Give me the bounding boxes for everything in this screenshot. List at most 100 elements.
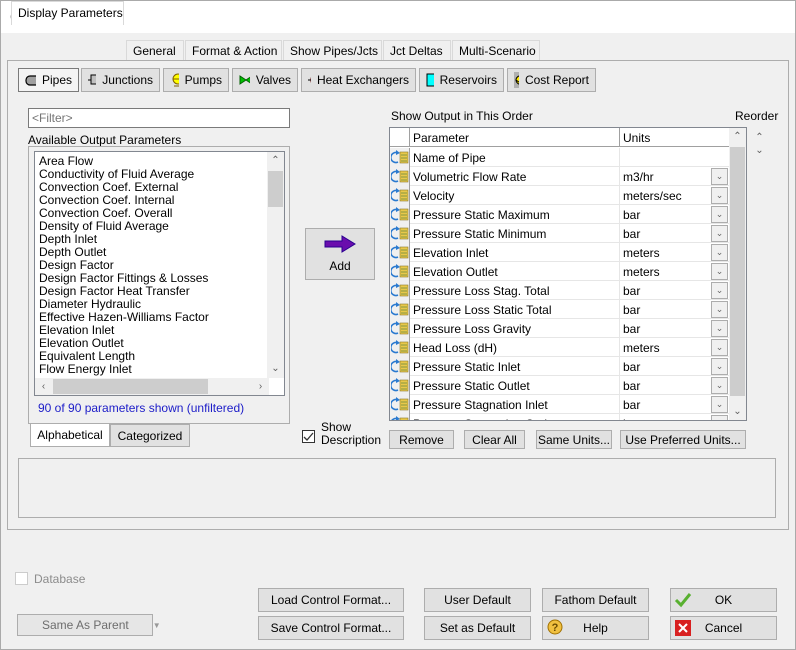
tab-multi-scenario[interactable]: Multi-Scenario bbox=[452, 40, 540, 61]
units-cell[interactable]: bar ⌄ bbox=[620, 300, 730, 319]
cost-report-button[interactable]: Cost Report bbox=[507, 68, 596, 92]
hscroll-thumb[interactable] bbox=[53, 379, 208, 394]
save-control-format-button[interactable]: Save Control Format... bbox=[258, 616, 404, 640]
output-param-row[interactable]: Pressure Stagnation Outletbar ⌄ bbox=[390, 414, 730, 420]
row-header[interactable] bbox=[390, 262, 410, 281]
user-default-button[interactable]: User Default bbox=[424, 588, 531, 612]
show-description-checkbox[interactable] bbox=[302, 430, 315, 443]
tab-show-pipes-jcts[interactable]: Show Pipes/Jcts bbox=[283, 40, 382, 61]
parameter-cell[interactable]: Pressure Loss Static Total bbox=[410, 300, 620, 319]
row-header[interactable] bbox=[390, 148, 410, 167]
units-cell[interactable]: bar ⌄ bbox=[620, 376, 730, 395]
units-cell[interactable]: meters ⌄ bbox=[620, 243, 730, 262]
parameter-cell[interactable]: Elevation Inlet bbox=[410, 243, 620, 262]
units-dropdown-icon[interactable]: ⌄ bbox=[711, 244, 728, 261]
row-header[interactable] bbox=[390, 357, 410, 376]
move-down-icon[interactable]: ⌄ bbox=[751, 142, 768, 159]
filter-input[interactable] bbox=[28, 108, 290, 128]
scroll-up-icon[interactable]: ⌃ bbox=[267, 152, 284, 169]
units-dropdown-icon[interactable]: ⌄ bbox=[711, 301, 728, 318]
row-header[interactable] bbox=[390, 338, 410, 357]
row-header[interactable] bbox=[390, 414, 410, 420]
units-cell[interactable]: bar ⌄ bbox=[620, 281, 730, 300]
row-header[interactable] bbox=[390, 224, 410, 243]
units-dropdown-icon[interactable]: ⌄ bbox=[711, 225, 728, 242]
parameter-cell[interactable]: Name of Pipe bbox=[410, 148, 620, 167]
tab-display-parameters[interactable]: Display Parameters bbox=[11, 1, 124, 25]
output-param-row[interactable]: Head Loss (dH) meters ⌄ bbox=[390, 338, 730, 357]
remove-button[interactable]: Remove bbox=[389, 430, 454, 449]
column-units[interactable]: Units bbox=[620, 128, 731, 147]
row-header[interactable] bbox=[390, 186, 410, 205]
tab-format-action[interactable]: Format & Action bbox=[185, 40, 282, 61]
units-cell[interactable]: m3/hr ⌄ bbox=[620, 167, 730, 186]
column-parameter[interactable]: Parameter bbox=[410, 128, 620, 147]
row-header[interactable] bbox=[390, 300, 410, 319]
use-preferred-units-button[interactable]: Use Preferred Units... bbox=[620, 430, 746, 449]
parameter-cell[interactable]: Volumetric Flow Rate bbox=[410, 167, 620, 186]
units-dropdown-icon[interactable]: ⌄ bbox=[711, 377, 728, 394]
scroll-down-icon[interactable]: ⌄ bbox=[267, 360, 284, 377]
units-dropdown-icon[interactable]: ⌄ bbox=[711, 339, 728, 356]
heat-exchangers-button[interactable]: Heat Exchangers bbox=[301, 68, 416, 92]
row-header[interactable] bbox=[390, 281, 410, 300]
available-param-item[interactable]: Flow Energy Inlet bbox=[37, 363, 273, 376]
tab-jct-deltas[interactable]: Jct Deltas bbox=[383, 40, 451, 61]
row-header[interactable] bbox=[390, 167, 410, 186]
output-param-row[interactable]: Pressure Loss Stag. Total bar ⌄ bbox=[390, 281, 730, 300]
output-param-row[interactable]: Pressure Static Minimum bar ⌄ bbox=[390, 224, 730, 243]
row-header[interactable] bbox=[390, 395, 410, 414]
cancel-button[interactable]: Cancel bbox=[670, 616, 777, 640]
pipes-button[interactable]: Pipes bbox=[18, 68, 79, 92]
units-cell[interactable]: meters ⌄ bbox=[620, 338, 730, 357]
parameter-cell[interactable]: Head Loss (dH) bbox=[410, 338, 620, 357]
units-cell[interactable] bbox=[620, 148, 730, 167]
row-header[interactable] bbox=[390, 319, 410, 338]
parameter-cell[interactable]: Pressure Static Maximum bbox=[410, 205, 620, 224]
output-param-row[interactable]: Name of Pipe bbox=[390, 148, 730, 167]
parameter-cell[interactable]: Pressure Static Minimum bbox=[410, 224, 620, 243]
output-param-row[interactable]: Elevation Outlet meters ⌄ bbox=[390, 262, 730, 281]
vscroll-thumb[interactable] bbox=[268, 171, 283, 207]
units-dropdown-icon[interactable]: ⌄ bbox=[711, 263, 728, 280]
units-cell[interactable]: bar ⌄ bbox=[620, 414, 730, 420]
units-dropdown-icon[interactable]: ⌄ bbox=[711, 415, 728, 420]
output-param-row[interactable]: Pressure Static Outlet bar ⌄ bbox=[390, 376, 730, 395]
scroll-left-icon[interactable]: ‹ bbox=[35, 378, 52, 395]
units-cell[interactable]: bar ⌄ bbox=[620, 319, 730, 338]
ok-button[interactable]: OK bbox=[670, 588, 777, 612]
parameter-cell[interactable]: Elevation Outlet bbox=[410, 262, 620, 281]
grid-vscrollbar[interactable]: ⌃ ⌄ bbox=[729, 128, 746, 420]
scroll-right-icon[interactable]: › bbox=[252, 378, 269, 395]
database-checkbox[interactable] bbox=[15, 572, 28, 585]
units-dropdown-icon[interactable]: ⌄ bbox=[711, 187, 728, 204]
units-dropdown-icon[interactable]: ⌄ bbox=[711, 282, 728, 299]
parameter-cell[interactable]: Pressure Loss Stag. Total bbox=[410, 281, 620, 300]
row-header[interactable] bbox=[390, 243, 410, 262]
parameter-cell[interactable]: Velocity bbox=[410, 186, 620, 205]
available-list-hscrollbar[interactable]: ‹ › bbox=[35, 378, 269, 395]
output-params-grid[interactable]: Parameter Units Name of Pipe Volumetric F… bbox=[389, 127, 747, 421]
grid-scroll-down-icon[interactable]: ⌄ bbox=[729, 403, 746, 420]
units-dropdown-icon[interactable]: ⌄ bbox=[711, 168, 728, 185]
available-params-list[interactable]: Area Flow Conductivity of Fluid Average Co… bbox=[34, 151, 285, 396]
parameter-cell[interactable]: Pressure Stagnation Outlet bbox=[410, 414, 620, 420]
set-as-default-button[interactable]: Set as Default bbox=[424, 616, 531, 640]
grid-scroll-up-icon[interactable]: ⌃ bbox=[729, 128, 746, 145]
available-list-vscrollbar[interactable]: ⌃ ⌄ bbox=[267, 152, 284, 378]
units-cell[interactable]: meters/sec ⌄ bbox=[620, 186, 730, 205]
parameter-cell[interactable]: Pressure Loss Gravity bbox=[410, 319, 620, 338]
units-dropdown-icon[interactable]: ⌄ bbox=[711, 358, 728, 375]
units-cell[interactable]: bar ⌄ bbox=[620, 357, 730, 376]
same-as-parent-dropdown[interactable]: Same As Parent ▼ bbox=[17, 614, 161, 636]
pumps-button[interactable]: Pumps bbox=[163, 68, 229, 92]
output-param-row[interactable]: Pressure Loss Gravity bar ⌄ bbox=[390, 319, 730, 338]
parameter-cell[interactable]: Pressure Stagnation Inlet bbox=[410, 395, 620, 414]
junctions-button[interactable]: Junctions bbox=[81, 68, 160, 92]
valves-button[interactable]: Valves bbox=[232, 68, 298, 92]
parameter-cell[interactable]: Pressure Static Outlet bbox=[410, 376, 620, 395]
row-header[interactable] bbox=[390, 205, 410, 224]
units-cell[interactable]: bar ⌄ bbox=[620, 205, 730, 224]
output-param-row[interactable]: Pressure Static Maximum bar ⌄ bbox=[390, 205, 730, 224]
load-control-format-button[interactable]: Load Control Format... bbox=[258, 588, 404, 612]
